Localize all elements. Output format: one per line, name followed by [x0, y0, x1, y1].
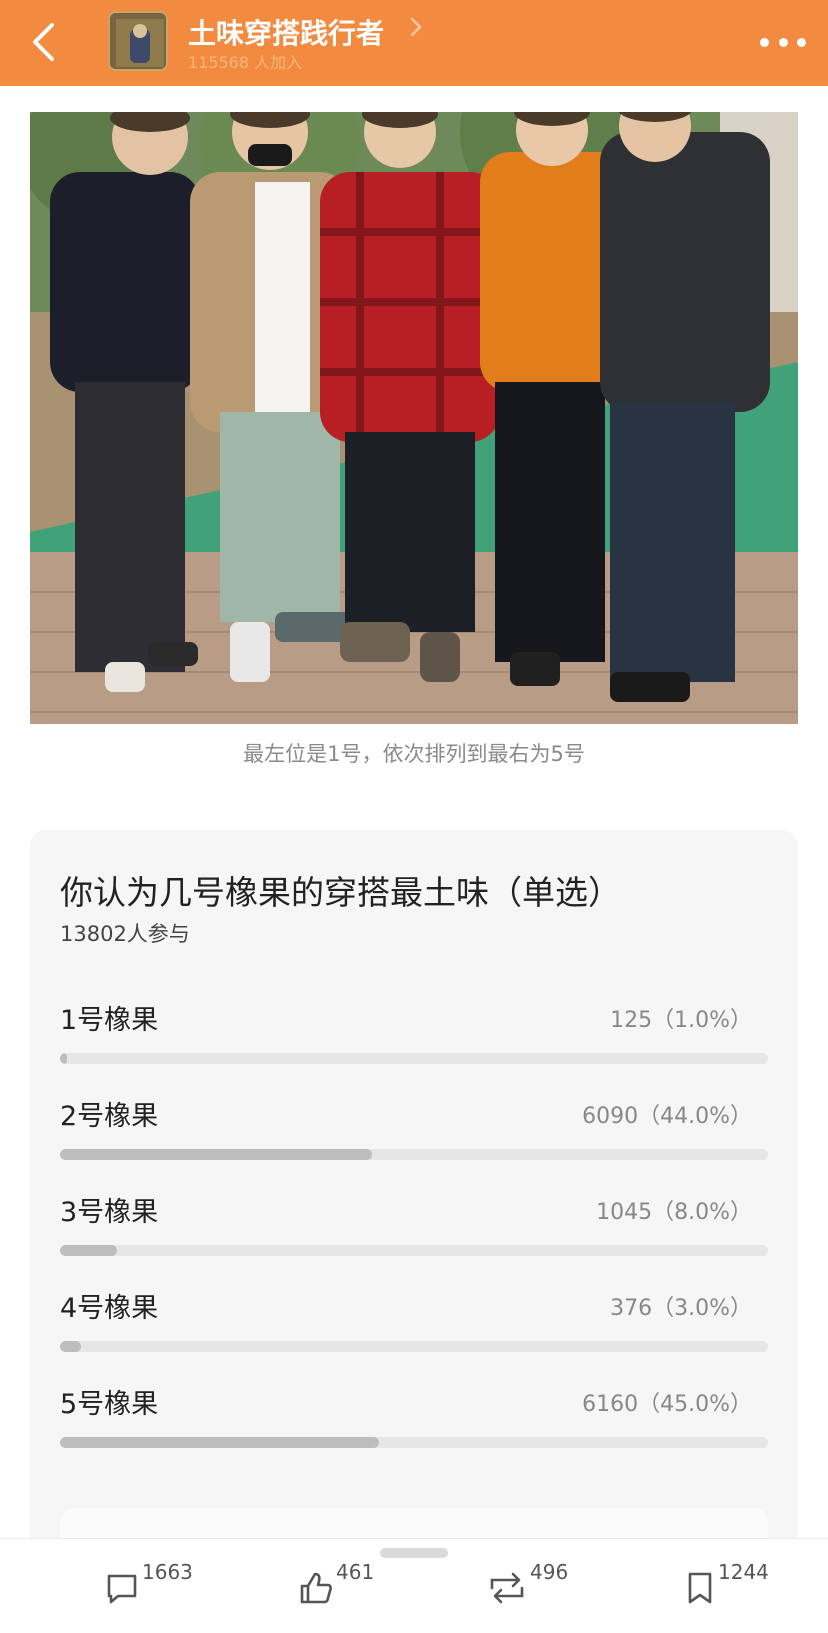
more-dots-icon: [760, 37, 769, 47]
poll-option-result: 376（3.0%）: [610, 1296, 752, 1321]
comment-count: 1663: [142, 1560, 193, 1584]
like-button[interactable]: 461: [298, 1560, 374, 1610]
poll-option-4[interactable]: 4号橡果 376（3.0%）: [30, 1286, 798, 1366]
poll-option-track: [60, 1053, 768, 1064]
poll-option-track: [60, 1341, 768, 1352]
group-title[interactable]: 土味穿搭践行者: [188, 12, 384, 52]
back-button[interactable]: [26, 20, 60, 64]
repost-icon: [490, 1572, 524, 1604]
post-photo[interactable]: [30, 112, 798, 724]
comment-button[interactable]: 1663: [104, 1560, 193, 1610]
poll-option-1[interactable]: 1号橡果 125（1.0%）: [30, 998, 798, 1078]
poll-option-label: 5号橡果: [60, 1389, 159, 1420]
poll-card: 你认为几号橡果的穿搭最土味（单选） 13802人参与 1号橡果 125（1.0%…: [30, 830, 798, 1568]
group-member-count: 115568 人加入: [188, 53, 303, 72]
poll-option-bar: [60, 1053, 68, 1064]
drag-handle[interactable]: [380, 1548, 448, 1558]
favorite-count: 1244: [718, 1560, 769, 1584]
poll-option-3[interactable]: 3号橡果 1045（8.0%）: [30, 1190, 798, 1270]
chevron-right-icon: [410, 17, 422, 37]
poll-option-label: 3号橡果: [60, 1197, 159, 1228]
poll-option-label: 4号橡果: [60, 1293, 159, 1324]
poll-option-result: 6090（44.0%）: [582, 1104, 752, 1129]
group-avatar[interactable]: [108, 11, 168, 71]
more-button[interactable]: [760, 30, 806, 54]
repost-button[interactable]: 496: [486, 1560, 568, 1610]
poll-option-bar: [60, 1341, 82, 1352]
poll-option-result: 6160（45.0%）: [582, 1392, 752, 1417]
poll-option-label: 2号橡果: [60, 1101, 159, 1132]
poll-question: 你认为几号橡果的穿搭最土味（单选）: [60, 873, 621, 912]
poll-option-label: 1号橡果: [60, 1005, 159, 1036]
like-count: 461: [336, 1560, 375, 1584]
poll-option-result: 125（1.0%）: [610, 1008, 752, 1033]
bookmark-icon: [688, 1572, 712, 1604]
photo-caption: 最左位是1号，依次排列到最右为5号: [243, 742, 585, 766]
poll-option-bar: [60, 1149, 372, 1160]
poll-option-track: [60, 1149, 768, 1160]
repost-count: 496: [530, 1560, 569, 1584]
poll-option-track: [60, 1437, 768, 1448]
poll-option-bar: [60, 1437, 379, 1448]
poll-option-2[interactable]: 2号橡果 6090（44.0%）: [30, 1094, 798, 1174]
poll-participant-count: 13802人参与: [60, 922, 190, 946]
chevron-left-icon: [33, 23, 54, 61]
favorite-button[interactable]: 1244: [684, 1560, 769, 1610]
poll-option-5[interactable]: 5号橡果 6160（45.0%）: [30, 1382, 798, 1462]
poll-option-track: [60, 1245, 768, 1256]
thumbs-up-icon: [300, 1572, 332, 1604]
top-header: 土味穿搭践行者 115568 人加入: [0, 0, 828, 86]
poll-option-bar: [60, 1245, 117, 1256]
poll-option-result: 1045（8.0%）: [596, 1200, 752, 1225]
comment-icon: [107, 1574, 137, 1604]
